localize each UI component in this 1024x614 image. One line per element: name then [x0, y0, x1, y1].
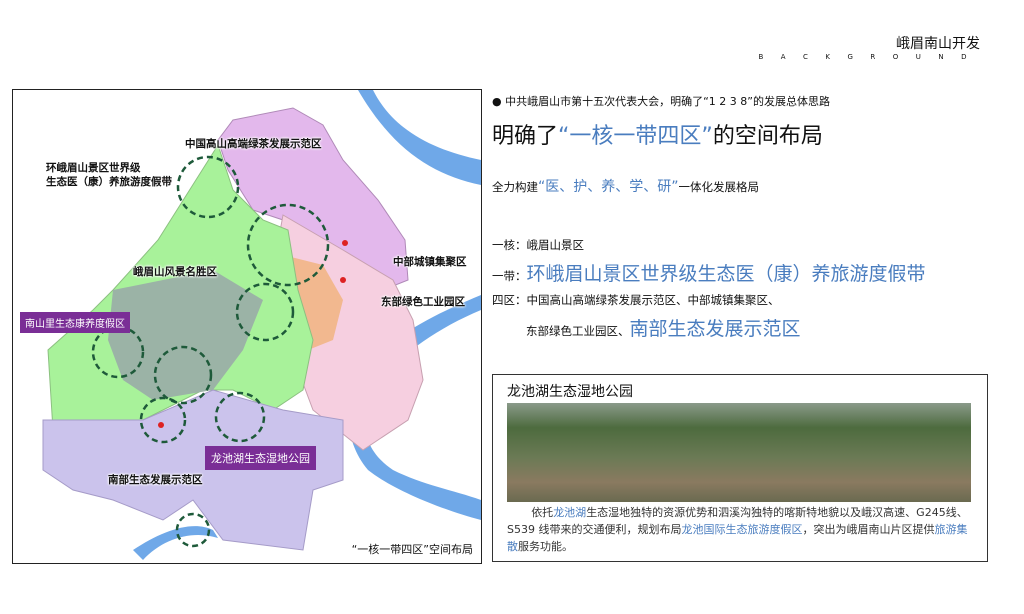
slide-subtitle: BACKGROUND: [758, 53, 984, 61]
zones-line: 四区：中国高山高端绿茶发展示范区、中部城镇集聚区、: [492, 292, 780, 308]
zones-label: 四区：: [492, 293, 527, 307]
desc-text: 服务功能。: [518, 540, 573, 553]
label-belt-line2: 生态医（康）养旅游度假带: [46, 176, 172, 188]
framework-pre: 全力构建: [492, 180, 538, 194]
label-south-zone: 南部生态发展示范区: [108, 474, 203, 486]
belt-label: 一带：: [492, 269, 527, 283]
headline-pre: 明确了: [492, 124, 559, 149]
label-central-zone: 中部城镇集聚区: [393, 256, 467, 268]
headline-highlight: “一核一带四区”: [558, 124, 713, 149]
core-label: 一核：: [492, 238, 527, 252]
zones-line2: 东部绿色工业园区、南部生态发展示范区: [526, 314, 801, 341]
river-south: [133, 526, 218, 560]
framework-line: 全力构建“医、护、养、学、研”一体化发展格局: [492, 176, 759, 196]
core-text: 峨眉山景区: [526, 238, 585, 252]
belt-line: 一带：环峨眉山景区世界级生态医（康）养旅游度假带: [492, 259, 926, 286]
label-scenic-area: 峨眉山风景名胜区: [133, 266, 217, 278]
callout-nanshanli: 南山里生态康养度假区: [20, 312, 130, 333]
belt-text: 环峨眉山景区世界级生态医（康）养旅游度假带: [526, 263, 926, 285]
callout-longchi: 龙池湖生态湿地公园: [205, 446, 316, 470]
framework-post: 一体化发展格局: [678, 180, 760, 194]
desc-text: ，突出为峨眉南山片区提供: [802, 523, 935, 536]
headline: 明确了“一核一带四区”的空间布局: [492, 118, 823, 150]
spatial-layout-map: 中国高山高端绿茶发展示范区 环峨眉山景区世界级 生态医（康）养旅游度假带 峨眉山…: [12, 89, 482, 564]
map-caption: “一核一带四区”空间布局: [351, 543, 473, 556]
intro-text: 中共峨眉山市第十五次代表大会，明确了“1 2 3 8”的发展总体思路: [505, 95, 830, 108]
card-title: 龙池湖生态湿地公园: [507, 384, 633, 400]
core-line: 一核：峨眉山景区: [492, 237, 584, 253]
card-description: 依托龙池湖生态湿地独特的资源优势和泗溪沟独特的喀斯特地貌以及峨汉高速、G245线…: [507, 504, 973, 555]
desc-text: 依托: [531, 506, 554, 519]
zones-highlight: 南部生态发展示范区: [629, 318, 801, 340]
framework-highlight: “医、护、养、学、研”: [538, 179, 679, 195]
river-north: [358, 90, 481, 185]
desc-highlight: 龙池湖: [553, 506, 587, 519]
slide-title: 峨眉南山开发: [896, 36, 980, 52]
label-belt-line1: 环峨眉山景区世界级: [46, 162, 141, 174]
desc-highlight: 龙池国际生态旅游度假区: [681, 523, 803, 536]
zones-text1: 中国高山高端绿茶发展示范区、中部城镇集聚区、: [526, 293, 780, 307]
longchi-card: 龙池湖生态湿地公园 依托龙池湖生态湿地独特的资源优势和泗溪沟独特的喀斯特地貌以及…: [492, 374, 988, 562]
label-east-zone: 东部绿色工业园区: [381, 296, 465, 308]
intro-bullet: ● 中共峨眉山市第十五次代表大会，明确了“1 2 3 8”的发展总体思路: [492, 95, 830, 108]
label-tea-zone: 中国高山高端绿茶发展示范区: [185, 138, 322, 150]
headline-post: 的空间布局: [712, 124, 823, 149]
zones-text2: 东部绿色工业园区、: [526, 324, 630, 338]
aerial-photo: [507, 403, 971, 502]
